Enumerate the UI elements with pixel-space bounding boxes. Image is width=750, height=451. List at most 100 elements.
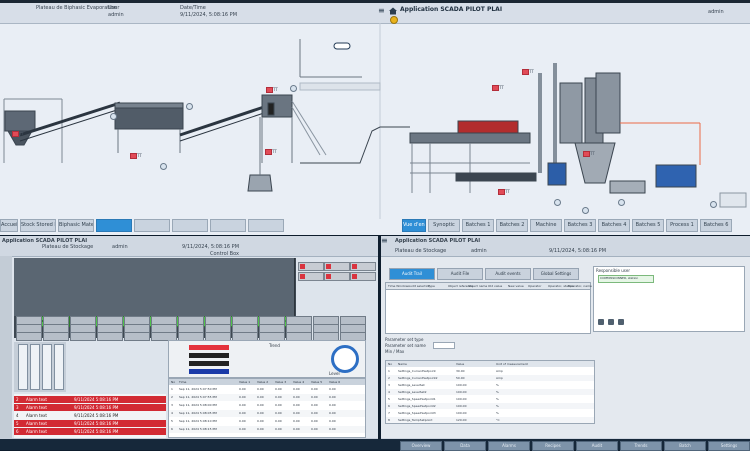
io-cell[interactable]	[124, 332, 150, 341]
tab-4[interactable]	[134, 219, 170, 232]
table-row[interactable]: 1 Sep 11, 2024 5:07:50 PM 0.00 0.00 0.00 0.00…	[169, 386, 365, 393]
audit-column-header[interactable]: Type	[428, 284, 435, 288]
table-row[interactable]: 5 Sep 11, 2024 5:08:10 PM 0.00 0.00 0.00 0.00…	[169, 418, 365, 425]
table-row[interactable]: 6 Sep 11, 2024 5:08:15 PM 0.00 0.00 0.00 0.00…	[169, 426, 365, 433]
alarm-tag[interactable]	[130, 153, 137, 159]
tab-machine[interactable]: Machine	[530, 219, 562, 232]
alarm-row[interactable]: 4 Alarm text 9/11/2024 5:08:16 PM	[14, 412, 166, 419]
settings-header-cell: Value	[456, 362, 465, 366]
tab-audit-events[interactable]: Audit events	[485, 268, 531, 280]
alarm-row[interactable]: 3 Alarm text 9/11/2024 5:08:16 PM	[14, 404, 166, 411]
alarm-row[interactable]: 6 Alarm text 9/11/2024 5:08:16 PM	[14, 428, 166, 435]
parameter-input[interactable]	[433, 342, 455, 349]
settings-cell: %	[496, 397, 499, 401]
table-cell: 0.00	[311, 411, 318, 415]
tab-synoptic[interactable]: Synoptic	[428, 219, 460, 232]
table-cell: 0.00	[257, 411, 264, 415]
tab-5[interactable]	[172, 219, 208, 232]
tab-audit-file[interactable]: Audit File	[437, 268, 483, 280]
settings-row[interactable]: 4 Settings_LevelSet2 100.00%	[386, 389, 594, 395]
sensor-icon[interactable]	[618, 199, 625, 206]
settings-row[interactable]: 8 Settings_TempSetpoint 120.00 °C	[386, 417, 594, 423]
right-menu-icon[interactable]: ≡	[381, 237, 388, 245]
table-cell: 6	[171, 427, 173, 431]
settings-row[interactable]: 3 Settings_LevelSet 100.00%	[386, 382, 594, 388]
tab-global-settings[interactable]: Global Settings	[533, 268, 579, 280]
table-cell: 0.00	[311, 419, 318, 423]
sensor-icon[interactable]	[160, 163, 167, 170]
command-button[interactable]	[298, 262, 324, 271]
tab-batches-5[interactable]: Batches 5	[632, 219, 664, 232]
table-row[interactable]: 3 Sep 11, 2024 5:08:00 PM 0.00 0.00 0.00 0.00…	[169, 402, 365, 409]
audit-column-header[interactable]: Operator	[528, 284, 541, 288]
action-icon[interactable]	[598, 319, 604, 325]
table-row[interactable]: 2 Sep 11, 2024 5:07:55 PM 0.00 0.00 0.00 0.00…	[169, 394, 365, 401]
settings-cell: Settings_CurrentSetpoint	[398, 369, 436, 373]
settings-row[interactable]: 7 Settings_SpeedSetpoint3 100.00%	[386, 410, 594, 416]
command-button[interactable]	[324, 262, 350, 271]
settings-row[interactable]: 5 Settings_SpeedSetpoint1 100.00%	[386, 396, 594, 402]
menu-icon[interactable]: ≡	[378, 7, 385, 15]
tab-batches-1[interactable]: Batches 1	[462, 219, 494, 232]
settings-row[interactable]: 2 Settings_CurrentSetpoint2 50.00 Amp	[386, 375, 594, 381]
left-sidebar	[0, 256, 12, 438]
command-button[interactable]	[298, 272, 324, 281]
audit-column-header[interactable]: Time Window	[388, 284, 408, 288]
table-cell: 0.00	[239, 411, 246, 415]
setpoint-bar	[189, 353, 229, 358]
tab-process-1[interactable]: Process 1	[666, 219, 698, 232]
sensor-icon[interactable]	[582, 207, 589, 214]
sensor-icon[interactable]	[290, 85, 297, 92]
tab-7[interactable]	[248, 219, 284, 232]
sensor-icon[interactable]	[110, 113, 117, 120]
tab-batches-3[interactable]: Batches 3	[564, 219, 596, 232]
tab-batches-4[interactable]: Batches 4	[598, 219, 630, 232]
alarm-tag[interactable]	[266, 87, 273, 93]
command-button[interactable]	[324, 272, 350, 281]
table-header-cell: Value 2	[257, 380, 269, 384]
tab-stock[interactable]: Stock Stored Logic	[20, 219, 56, 232]
table-cell: 0.00	[239, 427, 246, 431]
tab-overview[interactable]: Vue d'ens.	[402, 219, 426, 232]
audit-column-header[interactable]: Operator, name	[568, 284, 592, 288]
command-button[interactable]	[350, 272, 376, 281]
tab-6[interactable]	[210, 219, 246, 232]
table-cell: 0.00	[329, 395, 336, 399]
alarm-tag[interactable]	[12, 131, 19, 137]
audit-column-header[interactable]: Old value	[488, 284, 502, 288]
audit-column-header[interactable]: New value	[508, 284, 524, 288]
alarm-row[interactable]: 5 Alarm text 9/11/2024 5:08:16 PM	[14, 420, 166, 427]
alarm-tag[interactable]	[583, 151, 590, 157]
alarm-row[interactable]: 2 Alarm text 9/11/2024 5:08:16 PM	[14, 396, 166, 403]
command-button[interactable]	[350, 262, 376, 271]
sensor-icon[interactable]	[186, 103, 193, 110]
tab-home[interactable]: Accueil	[0, 219, 18, 232]
tab-batches-2[interactable]: Batches 2	[496, 219, 528, 232]
home-icon[interactable]	[388, 7, 398, 15]
table-cell: 0.00	[257, 387, 264, 391]
table-cell: Sep 11, 2024 5:08:00 PM	[179, 403, 217, 407]
sensor-icon[interactable]	[710, 201, 717, 208]
tab-audit-trail[interactable]: Audit Trail	[389, 268, 435, 280]
alarm-tag[interactable]	[492, 85, 499, 91]
audit-column-header[interactable]: Object name	[468, 284, 487, 288]
action-icon[interactable]	[608, 319, 614, 325]
io-cell[interactable]	[97, 332, 123, 341]
alarm-tag[interactable]	[498, 189, 505, 195]
alarm-tag[interactable]	[522, 69, 529, 75]
tab-active[interactable]	[96, 219, 132, 232]
tab-biphasic[interactable]: Biphasic Materials	[58, 219, 94, 232]
alarm-tag[interactable]	[265, 149, 272, 155]
action-icon[interactable]	[618, 319, 624, 325]
tag-label: TT	[272, 149, 277, 154]
io-cell[interactable]	[70, 332, 96, 341]
audit-column-header[interactable]: Audit selection	[408, 284, 430, 288]
io-cell[interactable]	[43, 332, 69, 341]
sensor-icon[interactable]	[554, 199, 561, 206]
table-row[interactable]: 4 Sep 11, 2024 5:08:05 PM 0.00 0.00 0.00 0.00…	[169, 410, 365, 417]
io-cell[interactable]	[16, 332, 42, 341]
right-panel-header: ≡ Application SCADA PILOT PLAI Plateau d…	[381, 236, 750, 257]
settings-row[interactable]: 1 Settings_CurrentSetpoint 30.00 Amp	[386, 368, 594, 374]
tab-batches-6[interactable]: Batches 6	[700, 219, 732, 232]
settings-row[interactable]: 6 Settings_SpeedSetpoint2 100.00%	[386, 403, 594, 409]
